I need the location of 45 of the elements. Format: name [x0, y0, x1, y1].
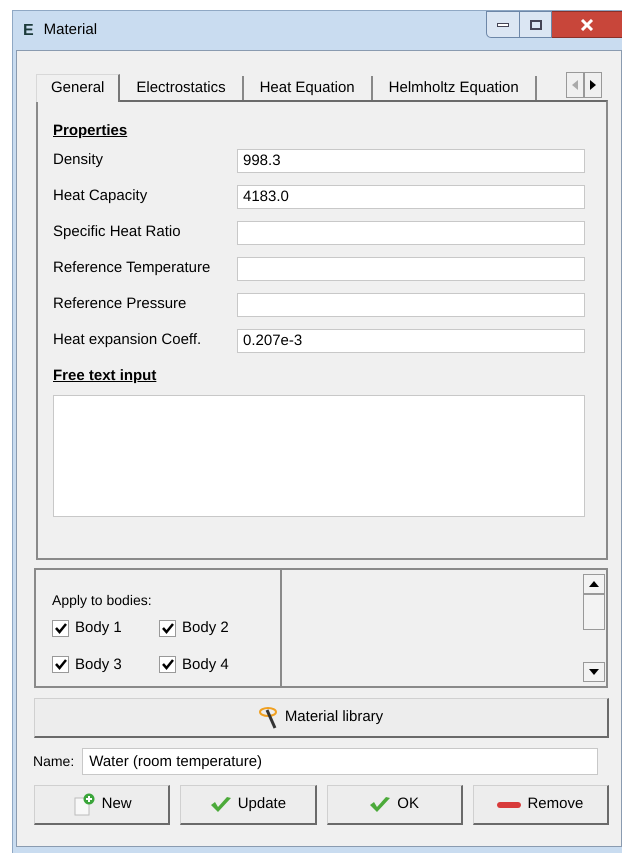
scroll-up-icon[interactable] — [583, 574, 605, 594]
tab-scroll-right-icon[interactable] — [584, 72, 602, 98]
input-field[interactable]: 998.3 — [237, 148, 585, 172]
close-icon — [580, 18, 594, 30]
scroll-down-icon[interactable] — [583, 662, 605, 682]
input-field[interactable] — [237, 292, 585, 316]
input-field[interactable] — [237, 220, 585, 244]
close-button[interactable] — [552, 11, 622, 38]
checkbox-label[interactable]: Body 4 — [182, 654, 229, 676]
check-icon — [210, 796, 232, 814]
app-logo: E — [23, 20, 34, 40]
update-button[interactable]: Update — [180, 785, 316, 825]
minus-icon — [497, 800, 522, 808]
section-heading: Free text input — [53, 366, 158, 386]
tab[interactable]: General — [36, 74, 120, 102]
field-label: Name: — [33, 752, 74, 771]
minimize-button[interactable] — [486, 11, 520, 38]
checkbox-label[interactable]: Body 1 — [75, 617, 122, 640]
checkbox[interactable] — [159, 620, 176, 637]
field-label: Reference Temperature — [53, 258, 212, 278]
field-label: Density — [53, 150, 104, 170]
name-field[interactable]: Water (room temperature) — [82, 748, 598, 775]
new-document-icon — [72, 792, 96, 816]
ok-button[interactable]: OK — [326, 785, 463, 825]
scroll-thumb[interactable] — [583, 594, 605, 630]
field-label: Heat expansion Coeff. — [53, 330, 202, 350]
new-button[interactable]: New — [34, 785, 170, 825]
checkbox[interactable] — [52, 620, 69, 637]
input-field[interactable]: 4183.0 — [237, 184, 585, 208]
section-heading: Properties — [53, 121, 128, 141]
field-label: Reference Pressure — [53, 294, 188, 314]
window-title: Material — [44, 20, 98, 40]
field-label: Specific Heat Ratio — [53, 222, 182, 242]
checkbox-label[interactable]: Body 2 — [182, 617, 229, 640]
remove-button[interactable]: Remove — [472, 785, 609, 825]
group-label: Apply to bodies: — [52, 591, 153, 610]
checkbox[interactable] — [52, 656, 69, 674]
maximize-button[interactable] — [520, 11, 552, 38]
check-icon — [369, 796, 392, 814]
checkbox[interactable] — [159, 656, 176, 674]
checkbox-label[interactable]: Body 3 — [75, 654, 122, 676]
input-field[interactable]: 0.207e-3 — [237, 328, 585, 352]
input-field[interactable] — [237, 256, 585, 280]
material-library-button[interactable]: Material library — [34, 698, 609, 738]
field-label: Heat Capacity — [53, 186, 148, 206]
